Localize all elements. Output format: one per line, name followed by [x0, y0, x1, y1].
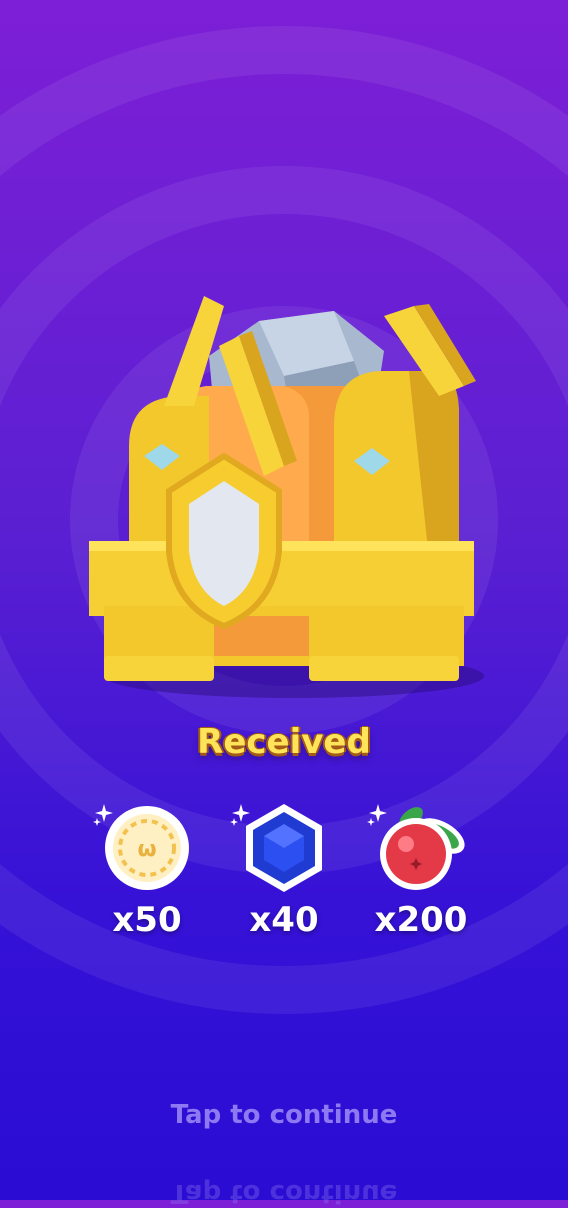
reward-gems: x40: [209, 796, 359, 940]
gem-count: x40: [249, 900, 319, 940]
berry-count: x200: [374, 900, 468, 940]
cranberry-icon: [346, 796, 496, 896]
treasure-chest-illustration: [89, 296, 484, 698]
coin-count: x50: [112, 900, 182, 940]
tap-to-continue-button[interactable]: Tap to continue: [0, 1100, 568, 1130]
reward-coins: ω x50: [72, 796, 222, 940]
svg-text:ω: ω: [137, 837, 156, 862]
sapphire-gem-icon: [209, 796, 359, 896]
received-title: Received: [197, 722, 371, 762]
reward-berries: x200: [346, 796, 496, 940]
coin-icon: ω: [72, 796, 222, 896]
rewards-row: ω x50 x40 x200: [0, 796, 568, 956]
tap-to-continue-reflection: Tap to continue: [170, 1178, 398, 1208]
